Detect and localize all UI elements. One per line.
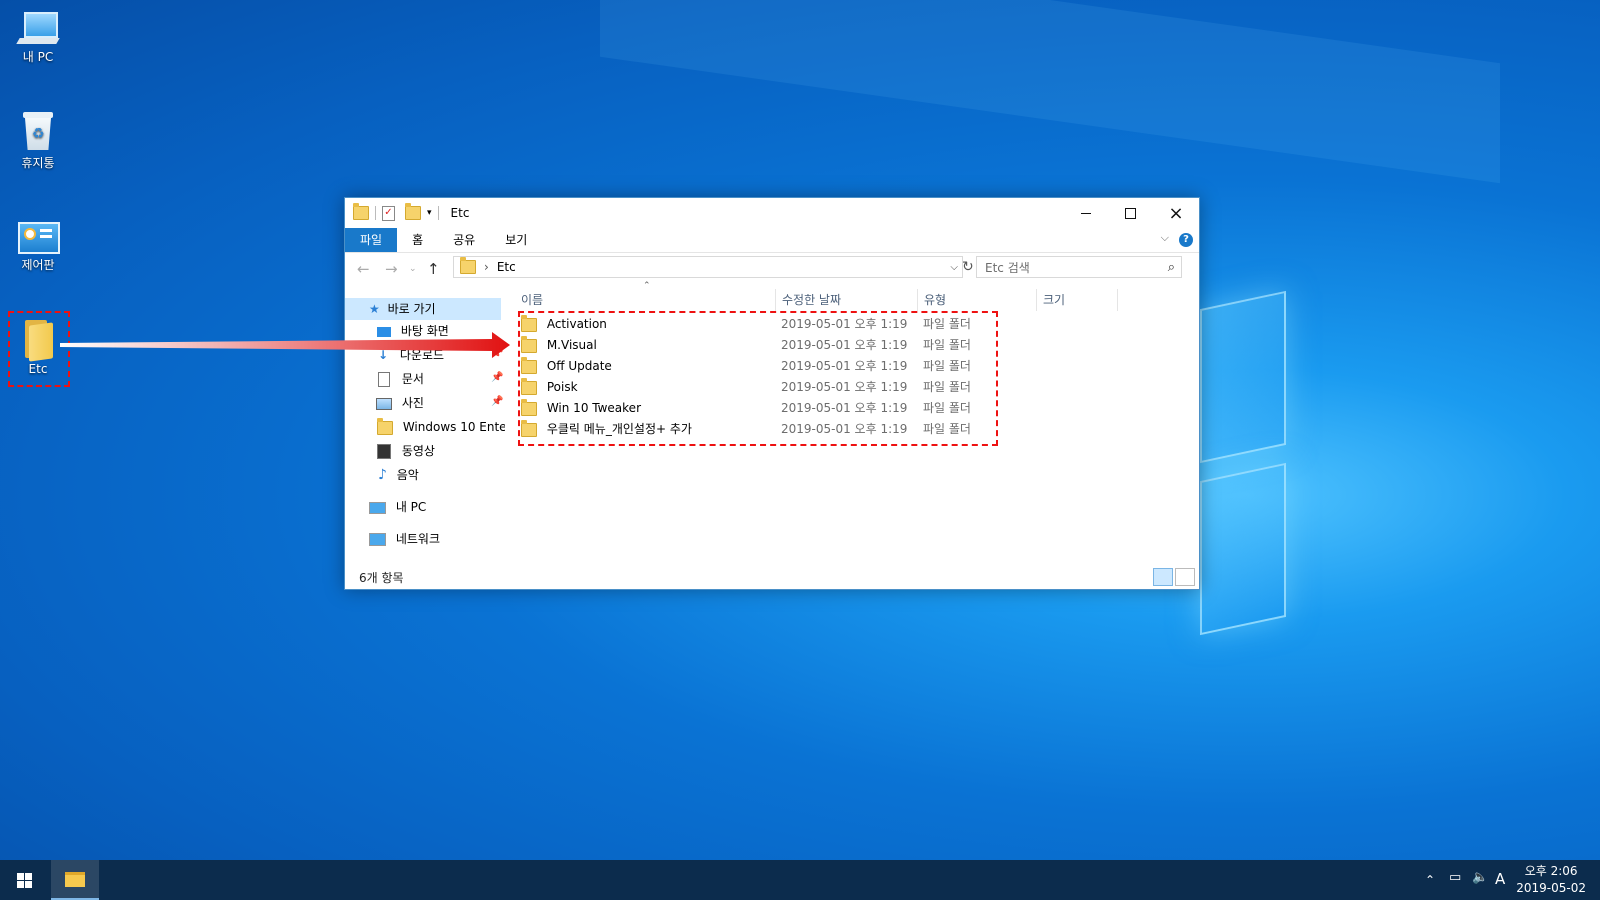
desktop-icon-recycle-bin[interactable]: ♻ 휴지통 [0,112,76,171]
properties-icon[interactable]: ✓ [382,205,395,221]
nav-item-windows-10[interactable]: Windows 10 Enterp [345,416,505,438]
customize-toolbar-icon[interactable]: ▾ [427,208,432,218]
expand-ribbon-icon[interactable]: ⌵ [1161,231,1169,245]
search-input[interactable]: Etc 검색 ⌕ [976,256,1182,278]
taskbar: ⌃ ▭ 🔈 A 오후 2:06 2019-05-02 [0,860,1600,900]
address-dropdown-icon[interactable]: ⌵ [950,262,958,273]
close-icon: × [1168,202,1184,224]
search-icon: ⌕ [1167,259,1175,275]
address-separator: › [484,260,489,274]
wallpaper-logo-pane-top [1200,290,1286,464]
nav-quick-access[interactable]: ★ 바로 가기 [345,298,501,320]
pictures-icon [376,397,392,410]
taskbar-file-explorer[interactable] [51,860,99,900]
control-panel-icon [18,220,60,254]
pin-icon[interactable]: 📌 [491,372,503,383]
tab-file[interactable]: 파일 [345,228,398,252]
large-icons-view-button[interactable] [1175,568,1195,586]
help-icon[interactable]: ? [1179,233,1193,247]
input-method-indicator[interactable]: A [1495,870,1505,888]
nav-item-videos[interactable]: 동영상 [345,440,435,462]
minimize-button[interactable] [1063,198,1109,228]
clock-date: 2019-05-02 [1516,881,1586,895]
network-icon [369,533,386,546]
tab-view[interactable]: 보기 [490,228,542,252]
refresh-icon[interactable]: ↻ [962,259,974,275]
network-icon[interactable]: ▭ [1449,870,1461,885]
new-folder-icon[interactable] [405,203,421,220]
show-hidden-icons-icon[interactable]: ⌃ [1425,873,1435,887]
back-button[interactable]: ← [357,260,370,278]
pin-icon[interactable]: 📌 [491,396,503,407]
folder-icon [353,203,369,220]
folder-icon [460,257,476,274]
nav-item-pictures[interactable]: 사진 [345,392,424,414]
volume-icon[interactable]: 🔈 [1472,870,1488,885]
desktop-icon-label: 내 PC [22,50,54,64]
files-selection-highlight [518,311,998,446]
desktop-icon-label: 휴지통 [21,156,55,170]
maximize-button[interactable] [1107,198,1153,228]
navigation-bar: ← → ⌄ ↑ › Etc ⌵ ↻ Etc 검색 ⌕ [345,253,1199,283]
desktop-icon-label: 제어판 [21,258,55,272]
window-title: Etc [450,206,470,220]
tab-share[interactable]: 공유 [438,228,490,252]
windows-icon [16,872,32,888]
this-pc-icon [16,10,60,46]
title-bar[interactable]: ✓ ▾ Etc × [345,198,1199,228]
nav-item-music[interactable]: ♪ 음악 [345,464,419,486]
nav-this-pc[interactable]: 내 PC [345,496,426,518]
column-type[interactable]: 유형 [918,289,1037,311]
star-icon: ★ [369,302,380,316]
tab-home[interactable]: 홈 [397,228,438,252]
status-bar: 6개 항목 [345,567,1199,589]
nav-network[interactable]: 네트워크 [345,528,440,550]
close-button[interactable]: × [1153,198,1199,228]
desktop-icon-control-panel[interactable]: 제어판 [0,220,76,273]
this-pc-icon [369,501,386,514]
file-explorer-window[interactable]: ✓ ▾ Etc × 파일 홈 공유 보기 ⌵ ? ← → ⌄ ↑ › Etc ⌵… [344,197,1200,590]
document-icon [378,372,390,387]
desktop-icon-this-pc[interactable]: 내 PC [0,10,76,65]
recent-locations-icon[interactable]: ⌄ [409,264,417,274]
video-icon [377,444,391,459]
system-clock[interactable]: 오후 2:06 2019-05-02 [1516,863,1586,897]
address-path[interactable]: Etc [497,260,516,274]
recycle-bin-icon: ♻ [21,112,55,152]
nav-item-documents[interactable]: 문서 [345,368,424,390]
clock-time: 오후 2:06 [1524,864,1578,878]
column-headers: 이름 ⌃ 수정한 날짜 유형 크기 [515,281,1199,311]
start-button[interactable] [0,860,48,900]
quick-access-toolbar: ✓ ▾ [353,203,445,221]
up-button[interactable]: ↑ [427,260,440,278]
item-count: 6개 항목 [359,571,404,585]
details-view-button[interactable] [1153,568,1173,586]
music-icon: ♪ [378,467,387,483]
drag-arrow [60,332,510,358]
folder-icon [377,417,393,435]
column-name[interactable]: 이름 [515,289,776,311]
forward-button[interactable]: → [385,260,398,278]
file-explorer-icon [65,871,85,887]
column-date-modified[interactable]: 수정한 날짜 [776,289,918,311]
sort-ascending-icon: ⌃ [643,281,651,291]
ribbon-tabs: 파일 홈 공유 보기 ⌵ ? [345,228,1199,253]
address-bar[interactable]: › Etc ⌵ [453,256,963,278]
wallpaper-logo-pane-bottom [1200,462,1286,636]
column-size[interactable]: 크기 [1037,289,1118,311]
